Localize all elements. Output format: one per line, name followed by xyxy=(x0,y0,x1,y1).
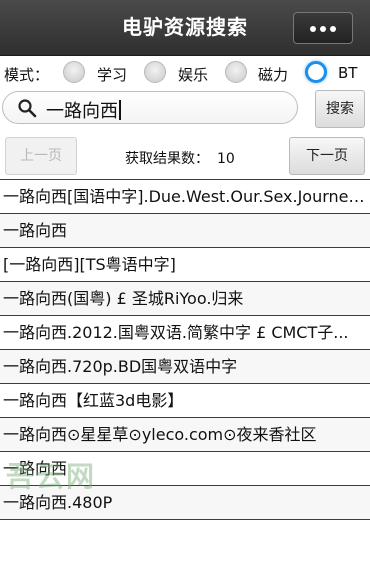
search-button[interactable]: 搜索 xyxy=(315,90,365,128)
more-menu-button[interactable] xyxy=(293,12,353,44)
list-item[interactable]: 一路向西.720p.BD国粤双语中字 xyxy=(0,349,370,383)
radio-magnet[interactable] xyxy=(225,61,247,83)
list-item[interactable]: 一路向西.480P xyxy=(0,485,370,520)
list-item[interactable]: 一路向西(国粤) £ 圣城RiYoo.归来 xyxy=(0,281,370,315)
list-item[interactable]: 一路向西 xyxy=(0,451,370,485)
result-count-label: 获取结果数： xyxy=(125,151,209,167)
list-item[interactable]: 一路向西【红蓝3d电影】 xyxy=(0,383,370,417)
radio-bt-label[interactable]: BT xyxy=(338,64,357,82)
radio-entertainment[interactable] xyxy=(144,61,166,83)
radio-entertainment-label[interactable]: 娱乐 xyxy=(178,64,208,85)
result-count: 获取结果数： 10 xyxy=(125,148,235,168)
list-item[interactable]: 一路向西.2012.国粤双语.简繁中字 £ CMCT子... xyxy=(0,315,370,349)
mode-selector: 模式： 学习 娱乐 磁力 BT xyxy=(0,56,370,90)
title-bar: 电驴资源搜索 xyxy=(0,0,370,56)
radio-bt[interactable] xyxy=(305,61,327,83)
results-list: 一路向西[国语中字].Due.West.Our.Sex.Journey... 一… xyxy=(0,179,370,520)
more-icon xyxy=(294,26,352,32)
prev-page-button[interactable]: 上一页 xyxy=(5,137,77,175)
next-page-button[interactable]: 下一页 xyxy=(289,137,365,175)
mode-label: 模式： xyxy=(4,66,50,84)
radio-study-label[interactable]: 学习 xyxy=(97,64,127,85)
search-value: 一路向西 xyxy=(46,101,118,122)
result-count-value: 10 xyxy=(217,151,235,167)
list-item[interactable]: [一路向西][TS粤语中字] xyxy=(0,247,370,281)
list-item[interactable]: 一路向西⊙星星草⊙yleco.com⊙夜来香社区 xyxy=(0,417,370,451)
search-input[interactable]: 一路向西 xyxy=(2,91,298,124)
radio-magnet-label[interactable]: 磁力 xyxy=(258,64,288,85)
pager: 上一页 获取结果数： 10 下一页 xyxy=(0,135,370,177)
list-item[interactable]: 一路向西 xyxy=(0,213,370,247)
radio-study[interactable] xyxy=(63,61,85,83)
text-caret xyxy=(119,100,121,120)
list-item[interactable]: 一路向西[国语中字].Due.West.Our.Sex.Journey... xyxy=(0,179,370,213)
search-icon xyxy=(18,99,37,118)
